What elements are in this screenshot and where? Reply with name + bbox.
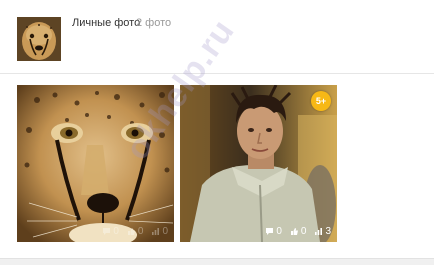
- views-count: 3: [325, 226, 331, 237]
- likes-stat[interactable]: 0: [127, 226, 144, 237]
- album-header: Личные фото 2 фото: [0, 0, 434, 74]
- album-cover-image: [17, 17, 61, 61]
- photo-tile[interactable]: 0 0 0: [17, 85, 174, 242]
- views-stat: 0: [151, 226, 168, 237]
- views-icon: [152, 228, 160, 235]
- album-title[interactable]: Личные фото: [72, 16, 140, 30]
- likes-count: 0: [137, 226, 144, 237]
- views-icon: [315, 228, 323, 235]
- comments-stat[interactable]: 0: [265, 226, 282, 237]
- cheetah-photo: [17, 85, 174, 242]
- comments-count: 0: [113, 226, 119, 237]
- comment-icon: [103, 228, 111, 235]
- comments-count: 0: [276, 226, 282, 237]
- likes-count: 0: [300, 226, 307, 237]
- man-photo: [180, 85, 337, 242]
- photo-stats: 0 0 0: [102, 226, 168, 237]
- album-card: Личные фото 2 фото 0 0 0 5+ 0 0 3 okhelp…: [0, 0, 434, 259]
- comment-icon: [266, 228, 274, 235]
- album-photo-count: 2 фото: [136, 17, 172, 29]
- album-cover[interactable]: [17, 17, 61, 61]
- like-icon: [127, 228, 135, 235]
- more-photos-badge[interactable]: 5+: [311, 91, 331, 111]
- views-count: 0: [162, 226, 168, 237]
- comments-stat[interactable]: 0: [102, 226, 119, 237]
- views-stat: 3: [314, 226, 331, 237]
- photo-tile[interactable]: 5+ 0 0 3: [180, 85, 337, 242]
- like-icon: [290, 228, 298, 235]
- photo-stats: 0 0 3: [265, 226, 331, 237]
- likes-stat[interactable]: 0: [290, 226, 307, 237]
